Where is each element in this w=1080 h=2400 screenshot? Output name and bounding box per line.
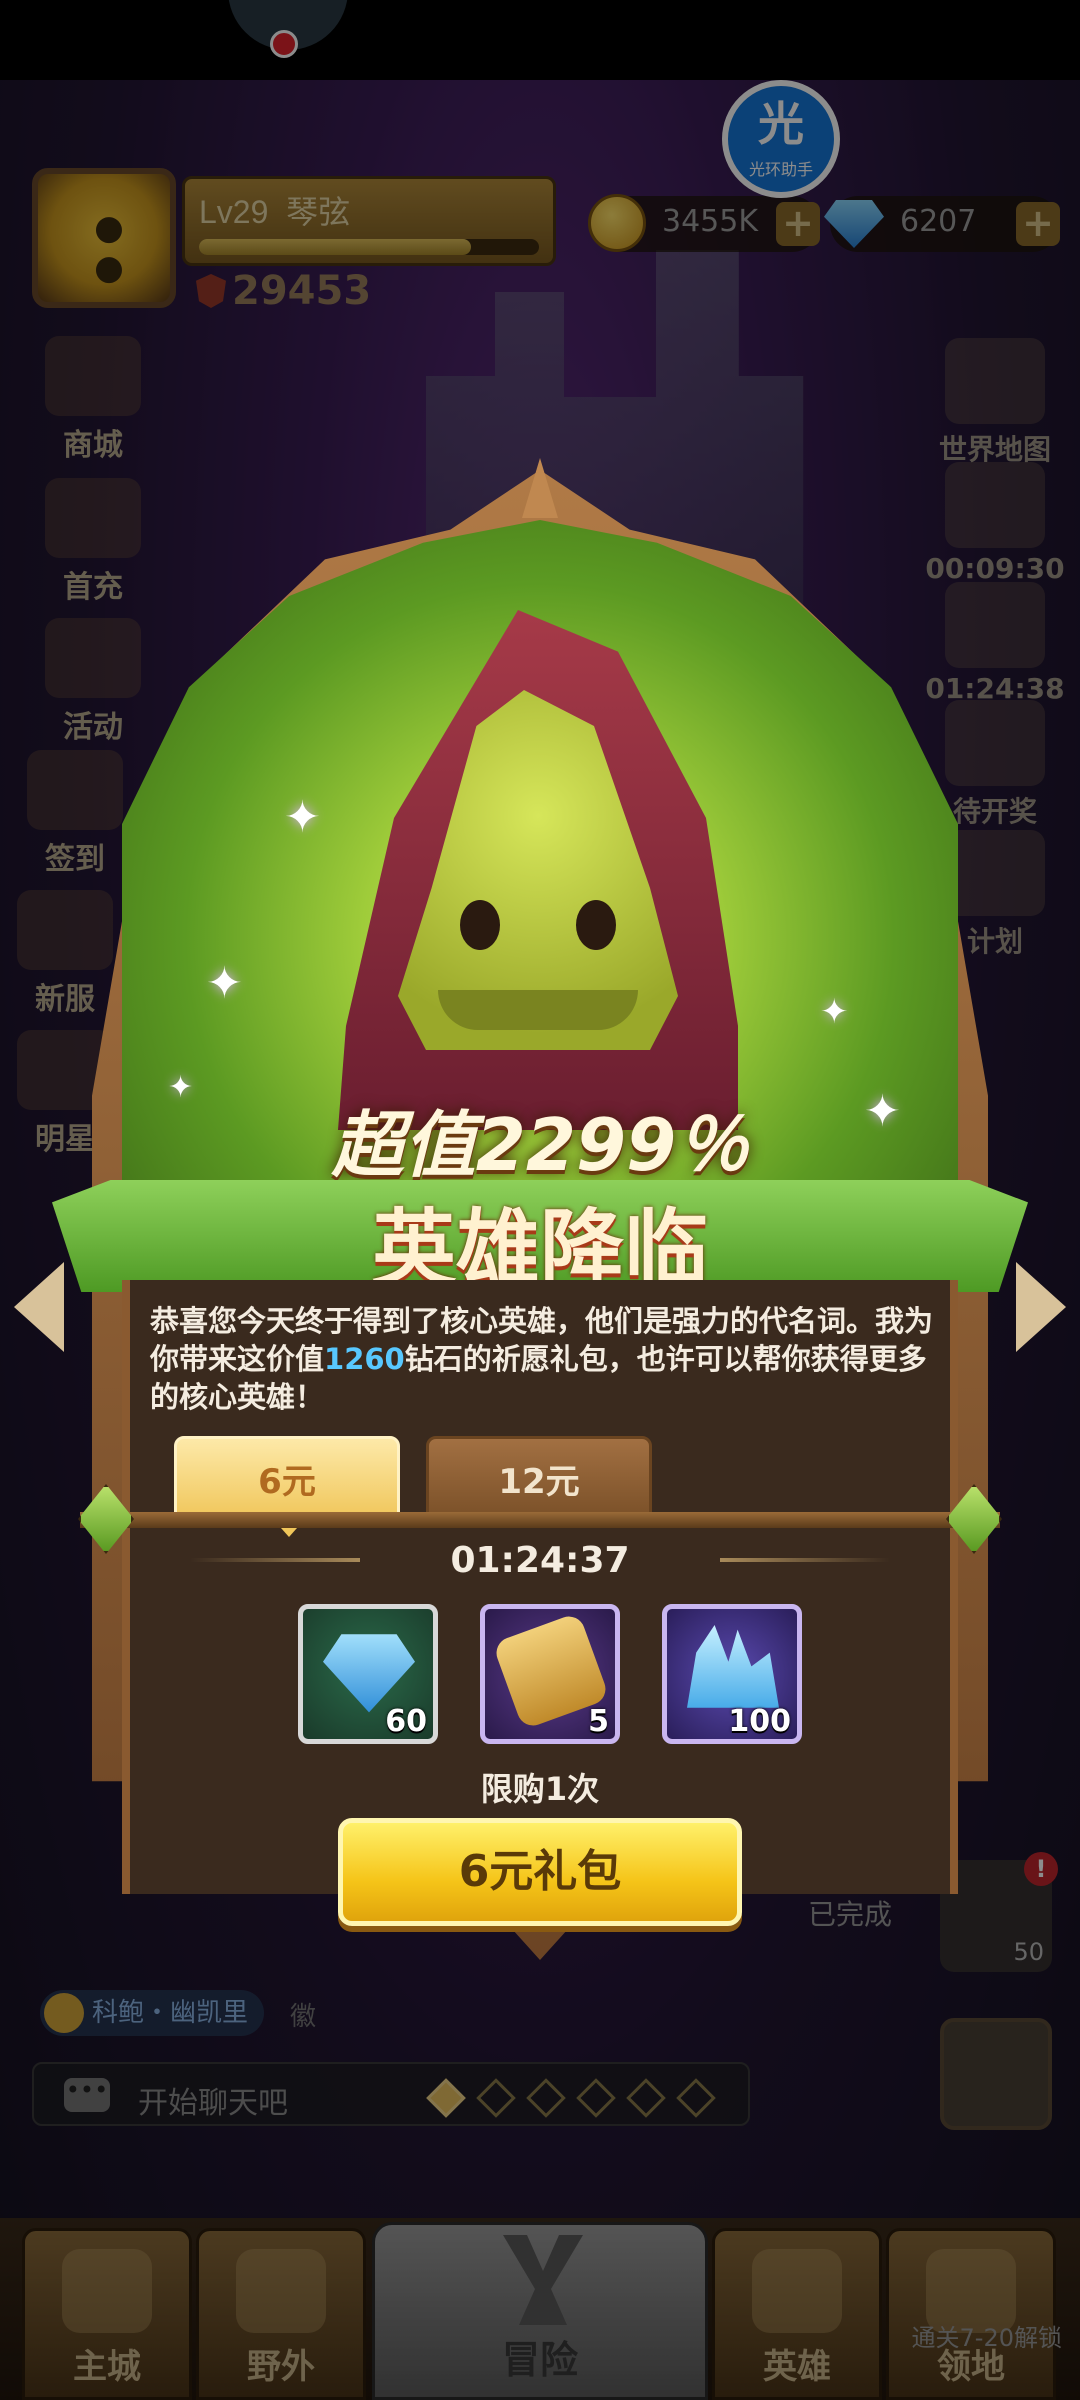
reward-count: 60 <box>385 1704 427 1739</box>
purchase-limit: 限购1次 <box>480 1770 600 1808</box>
sparkle-icon: ✦ <box>284 792 321 843</box>
hero-eye <box>460 900 500 950</box>
hero-eye <box>576 900 616 950</box>
reward-item-gem[interactable]: 60 <box>298 1604 438 1744</box>
tab-12-yuan[interactable]: 12元 <box>426 1436 652 1522</box>
sparkle-icon: ✦ <box>820 992 849 1032</box>
tab-6-yuan[interactable]: 6元 <box>174 1436 400 1537</box>
panel-divider <box>80 1512 1000 1528</box>
hero-mouth <box>438 990 638 1030</box>
reward-item-scroll[interactable]: 5 <box>480 1604 620 1744</box>
hero-offer-popup: ✦ ✦ ✦ ✦ ✦ 超值2299％ 英雄降临 恭喜您今天终于得到了核心英雄，他们… <box>0 0 1080 2400</box>
hero-illustration <box>338 610 738 1130</box>
offer-description: 恭喜您今天终于得到了核心英雄，他们是强力的代名词。我为你带来这价值1260钻石的… <box>150 1302 940 1416</box>
buy-package-button[interactable]: 6元礼包 <box>338 1818 742 1926</box>
description-highlight: 1260 <box>324 1342 405 1376</box>
offer-countdown: 01:24:37 <box>450 1540 630 1581</box>
sparkle-icon: ✦ <box>206 958 243 1009</box>
reward-item-crystal[interactable]: 100 <box>662 1604 802 1744</box>
reward-count: 5 <box>588 1704 609 1739</box>
value-percent: 超值2299％ <box>331 1103 749 1187</box>
reward-count: 100 <box>728 1704 791 1739</box>
